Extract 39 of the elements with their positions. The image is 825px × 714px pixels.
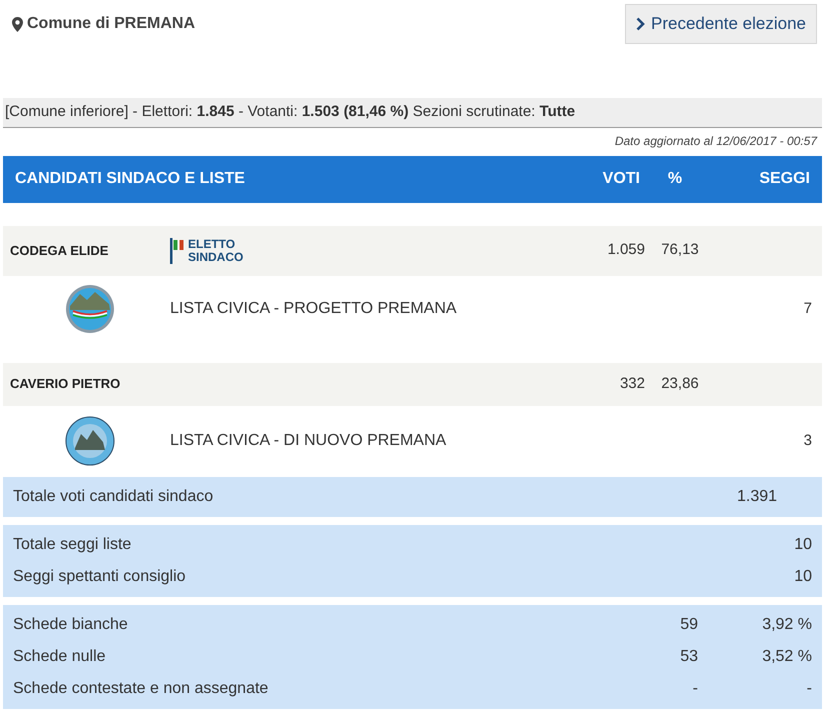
- totals-value: 10: [793, 534, 812, 554]
- totals-label: Schede nulle: [13, 646, 107, 666]
- totals-label: Seggi spettanti consiglio: [13, 566, 187, 586]
- election-summary: [Comune inferiore] - Elettori: 1.845 - Votanti: 1.503 (81,46 %) Sezioni scrutinate: Tutte: [3, 98, 822, 128]
- totals-value: 59: [679, 614, 699, 634]
- map-pin-icon: [12, 16, 23, 32]
- candidate-votes: 332: [618, 374, 645, 394]
- totals-value: 1.391: [736, 486, 778, 506]
- candidate-percent: 76,13: [660, 240, 700, 260]
- municipality-name: Comune di PREMANA: [27, 14, 195, 34]
- totals-percent: 3,52 %: [761, 646, 812, 666]
- chevron-right-icon: [636, 17, 645, 31]
- list-name: LISTA CIVICA - DI NUOVO PREMANA: [170, 431, 448, 451]
- candidate-name: CODEGA ELIDE: [10, 242, 110, 260]
- totals-value: 10: [793, 566, 812, 586]
- totals-label: Totale voti candidati sindaco: [13, 486, 214, 506]
- totals-percent: -: [806, 678, 812, 698]
- column-header: %: [666, 169, 684, 189]
- totals-value: -: [692, 678, 699, 698]
- totals-label: Schede contestate e non assegnate: [13, 678, 270, 698]
- totals-value: 53: [679, 646, 699, 666]
- totals-percent: 3,92 %: [761, 614, 812, 634]
- previous-election-button[interactable]: Precedente elezione: [624, 4, 817, 44]
- elected-mayor-label: ELETTO SINDACO: [188, 238, 244, 264]
- candidate-percent: 23,86: [660, 374, 700, 394]
- emblem-drawing: [65, 416, 115, 466]
- update-timestamp: Dato aggiornato al 12/06/2017 - 00:57: [614, 132, 818, 150]
- list-name: LISTA CIVICA - PROGETTO PREMANA: [170, 299, 458, 319]
- candidate-votes: 1.059: [606, 240, 645, 260]
- list-seats: 3: [715, 430, 815, 452]
- column-header: CANDIDATI SINDACO E LISTE: [15, 169, 246, 189]
- column-header: SEGGI: [758, 169, 810, 189]
- flag-icon: [170, 238, 184, 264]
- list-seats: 7: [715, 298, 815, 320]
- emblem-drawing: [65, 284, 115, 334]
- totals-label: Totale seggi liste: [13, 534, 132, 554]
- candidate-name: CAVERIO PIETRO: [10, 375, 122, 394]
- column-header: VOTI: [602, 169, 640, 189]
- totals-label: Schede bianche: [13, 614, 129, 634]
